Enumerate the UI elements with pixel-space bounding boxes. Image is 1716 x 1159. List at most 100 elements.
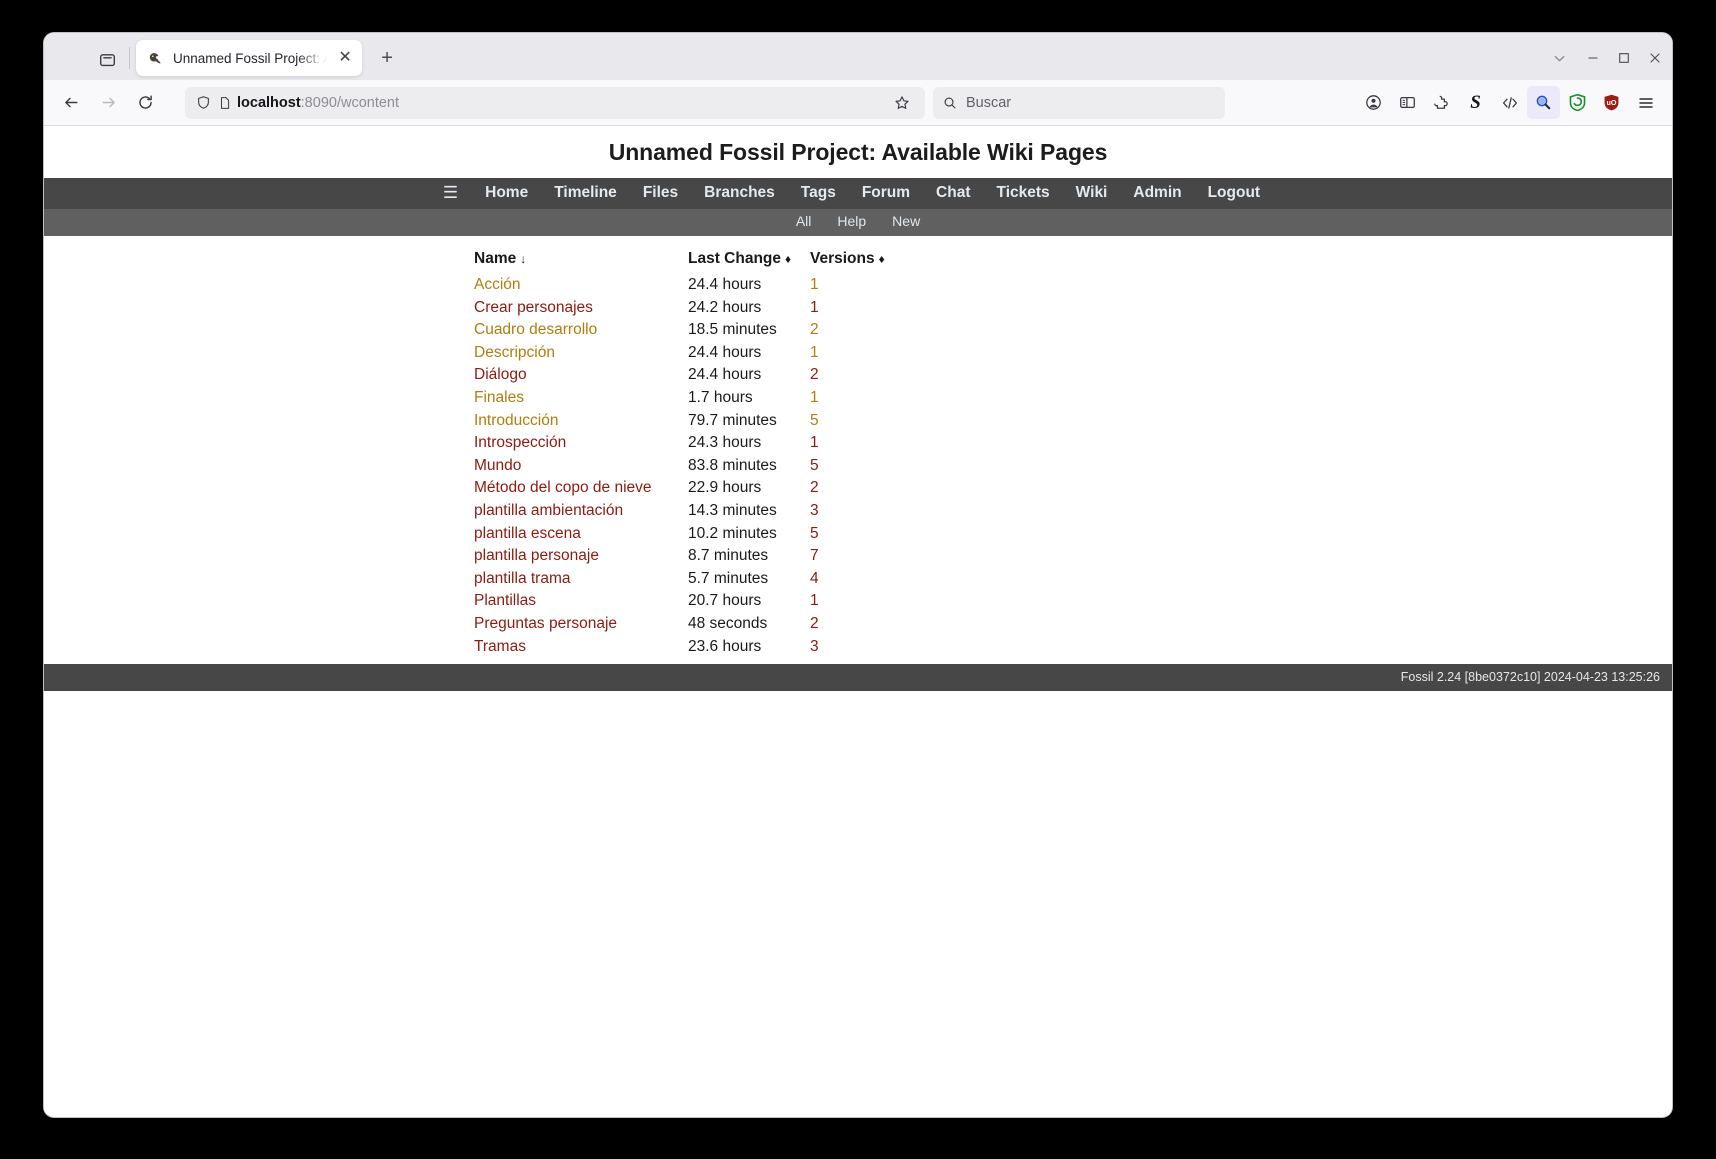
app-menu-icon[interactable] — [1629, 86, 1662, 119]
last-change-value: 23.6 hours — [688, 637, 762, 655]
cell-last-change: 24.4 hours — [688, 364, 810, 387]
wiki-page-link[interactable]: plantilla escena — [474, 525, 581, 542]
versions-value[interactable]: 2 — [810, 615, 819, 632]
versions-value[interactable]: 1 — [810, 434, 819, 451]
menu-item-admin[interactable]: Admin — [1133, 184, 1181, 202]
table-row: Plantillas 20.7 hours 1 — [474, 590, 885, 613]
window-close-button[interactable] — [1639, 41, 1670, 75]
menu-item-wiki[interactable]: Wiki — [1076, 184, 1108, 202]
tab-close-icon[interactable]: ✕ — [334, 47, 356, 69]
sort-indicator-name: ↓ — [520, 252, 527, 266]
url-text[interactable]: localhost:8090/wcontent — [237, 95, 881, 111]
privacy-badger-icon[interactable] — [1561, 86, 1594, 119]
wiki-page-link[interactable]: plantilla personaje — [474, 547, 599, 564]
wiki-page-link[interactable]: Introducción — [474, 412, 558, 429]
search-bar[interactable]: Buscar — [933, 86, 1225, 119]
code-brackets-icon[interactable] — [1493, 86, 1526, 119]
cell-last-change: 24.4 hours — [688, 342, 810, 365]
last-change-value: 48 seconds — [688, 614, 768, 632]
table-row: plantilla personaje 8.7 minutes 7 — [474, 545, 885, 568]
page-document-icon[interactable] — [218, 96, 232, 110]
menu-item-logout[interactable]: Logout — [1208, 184, 1261, 202]
account-icon[interactable] — [1357, 86, 1390, 119]
versions-value[interactable]: 1 — [810, 389, 819, 406]
cell-name: Método del copo de nieve — [474, 477, 688, 500]
wiki-page-link[interactable]: Mundo — [474, 457, 521, 474]
menu-item-timeline[interactable]: Timeline — [554, 184, 617, 202]
wiki-page-link[interactable]: Descripción — [474, 344, 555, 361]
hamburger-icon[interactable]: ☰ — [443, 184, 458, 201]
window-minimize-button[interactable] — [1577, 41, 1608, 75]
wiki-page-link[interactable]: Diálogo — [474, 366, 527, 383]
versions-value[interactable]: 3 — [810, 502, 819, 519]
cell-versions: 5 — [810, 410, 885, 433]
versions-value[interactable]: 5 — [810, 412, 819, 429]
menu-item-chat[interactable]: Chat — [936, 184, 970, 202]
submenu-item-new[interactable]: New — [892, 213, 920, 229]
ublock-origin-icon[interactable]: uO — [1595, 86, 1628, 119]
bookmark-star-icon[interactable] — [887, 88, 917, 118]
sort-indicator-versions: ♦ — [878, 252, 885, 266]
url-bar[interactable]: localhost:8090/wcontent — [185, 86, 925, 119]
wiki-page-link[interactable]: Introspección — [474, 434, 566, 451]
versions-value[interactable]: 2 — [810, 479, 819, 496]
back-button[interactable] — [54, 86, 88, 120]
wiki-page-link[interactable]: Acción — [474, 276, 521, 293]
column-header-versions[interactable]: Versions ♦ — [810, 250, 885, 274]
search-input[interactable]: Buscar — [966, 95, 1011, 111]
wiki-page-link[interactable]: Tramas — [474, 638, 526, 655]
versions-value[interactable]: 3 — [810, 638, 819, 655]
versions-value[interactable]: 1 — [810, 299, 819, 316]
menu-item-tickets[interactable]: Tickets — [997, 184, 1050, 202]
wiki-page-link[interactable]: plantilla trama — [474, 570, 571, 587]
last-change-value: 5.7 minutes — [688, 569, 769, 587]
tab-list-button[interactable] — [88, 42, 126, 76]
new-tab-button[interactable]: + — [370, 41, 404, 75]
browser-tab[interactable]: Unnamed Fossil Project: A ✕ — [136, 40, 363, 76]
wiki-page-link[interactable]: plantilla ambientación — [474, 502, 623, 519]
cell-versions: 3 — [810, 636, 885, 659]
main-menu: ☰ Home Timeline Files Branches Tags Forum Chat T… — [44, 178, 1672, 209]
forward-button[interactable] — [91, 86, 125, 120]
cell-name: Preguntas personaje — [474, 613, 688, 636]
window-maximize-button[interactable] — [1608, 41, 1639, 75]
chevron-down-icon[interactable] — [1541, 41, 1577, 75]
versions-value[interactable]: 5 — [810, 525, 819, 542]
shield-icon[interactable] — [196, 95, 211, 110]
versions-value[interactable]: 1 — [810, 276, 819, 293]
stylus-s-icon[interactable]: S — [1459, 86, 1492, 119]
wiki-page-link[interactable]: Preguntas personaje — [474, 615, 617, 632]
wiki-page-link[interactable]: Cuadro desarrollo — [474, 321, 597, 338]
search-magnifier-icon[interactable] — [1527, 86, 1560, 119]
cell-versions: 5 — [810, 523, 885, 546]
cell-last-change: 23.6 hours — [688, 636, 810, 659]
submenu-item-help[interactable]: Help — [837, 213, 866, 229]
menu-item-files[interactable]: Files — [643, 184, 678, 202]
column-header-last-change[interactable]: Last Change ♦ — [688, 250, 810, 274]
extension-puzzle-icon[interactable] — [1425, 86, 1458, 119]
versions-value[interactable]: 2 — [810, 366, 819, 383]
versions-value[interactable]: 1 — [810, 344, 819, 361]
versions-value[interactable]: 7 — [810, 547, 819, 564]
menu-item-home[interactable]: Home — [485, 184, 528, 202]
column-header-name[interactable]: Name ↓ — [474, 250, 688, 274]
wiki-page-link[interactable]: Crear personajes — [474, 299, 593, 316]
sidebar-icon[interactable] — [1391, 86, 1424, 119]
page-title: Unnamed Fossil Project: Available Wiki P… — [608, 139, 1108, 165]
wiki-page-link[interactable]: Plantillas — [474, 592, 536, 609]
versions-value[interactable]: 1 — [810, 592, 819, 609]
cell-name: Mundo — [474, 455, 688, 478]
column-header-versions-label: Versions — [810, 250, 875, 267]
cell-last-change: 1.7 hours — [688, 387, 810, 410]
menu-item-forum[interactable]: Forum — [862, 184, 910, 202]
versions-value[interactable]: 5 — [810, 457, 819, 474]
submenu-item-all[interactable]: All — [796, 213, 812, 229]
table-row: Mundo 83.8 minutes 5 — [474, 455, 885, 478]
menu-item-tags[interactable]: Tags — [801, 184, 836, 202]
versions-value[interactable]: 4 — [810, 570, 819, 587]
menu-item-branches[interactable]: Branches — [704, 184, 775, 202]
wiki-page-link[interactable]: Método del copo de nieve — [474, 479, 652, 496]
wiki-page-link[interactable]: Finales — [474, 389, 524, 406]
reload-button[interactable] — [128, 86, 162, 120]
versions-value[interactable]: 2 — [810, 321, 819, 338]
